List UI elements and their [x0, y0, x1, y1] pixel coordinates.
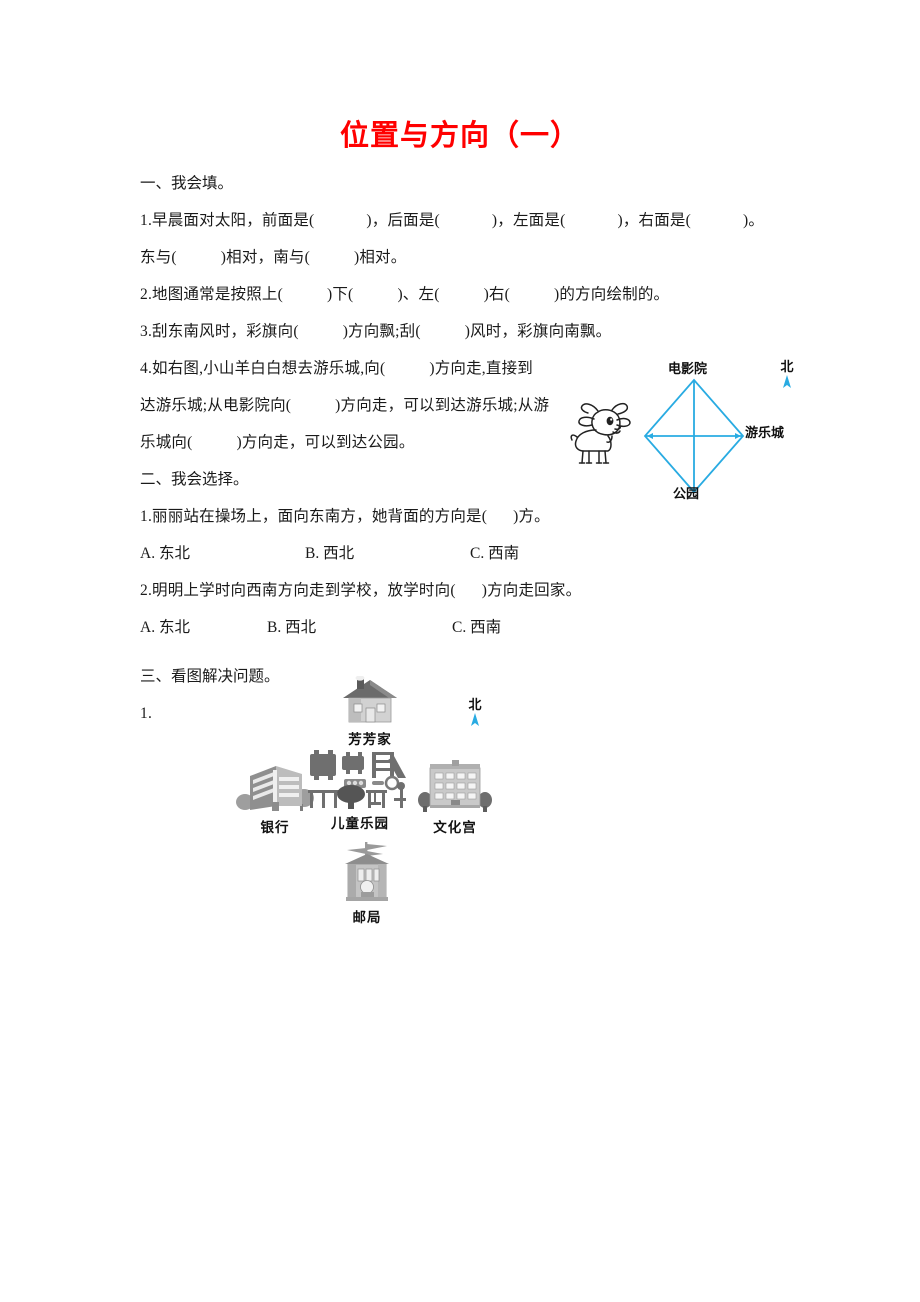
- label-amusement-park: 游乐城: [745, 425, 785, 440]
- option-c[interactable]: C. 西南: [470, 535, 519, 572]
- map-item-playground: 儿童乐园: [305, 748, 415, 832]
- section2-question-1-options: A. 东北 B. 西北 C. 西南: [140, 535, 840, 572]
- north-label: 北: [468, 697, 482, 712]
- map-item-post-office: 邮局: [312, 842, 422, 926]
- map-label-house: 芳芳家: [348, 732, 392, 747]
- bank-building-icon: [236, 766, 314, 811]
- q4-text-e: 乐城向(: [140, 434, 193, 451]
- q4-text-c: 达游乐城;从电影院向(: [140, 397, 292, 414]
- q1-l2-text-b: )相对，南与(: [220, 249, 310, 266]
- section1-question-4-line3: 乐城向( )方向走，可以到达公园。: [140, 424, 580, 461]
- north-label: 北: [780, 359, 794, 374]
- q1-text-e: )。: [742, 212, 765, 229]
- q3-text-a: 3.刮东南风时，彩旗向(: [140, 323, 299, 340]
- section1-question-2: 2.地图通常是按照上( )下( )、左( )右( )的方向绘制的。: [140, 276, 840, 313]
- worksheet-page: 位置与方向（一） 一、我会填。 1.早晨面对太阳，前面是( )，后面是( )，左面是…: [0, 0, 920, 1302]
- north-indicator: 北: [460, 698, 490, 733]
- q2-text-a: 2.地图通常是按照上(: [140, 286, 283, 303]
- map-label-cultural-palace: 文化宫: [433, 820, 477, 835]
- section2-question-2-options: A. 东北 B. 西北 C. 西南: [140, 609, 840, 646]
- s2q2-text-b: )方向走回家。: [481, 582, 582, 599]
- neighborhood-map-figure: 芳芳家 银行 儿童乐园 文化宫 邮局 北: [220, 676, 560, 932]
- q1-l2-text-a: 东与(: [140, 249, 177, 266]
- s2q1-text-a: 1.丽丽站在操场上，面向东南方，她背面的方向是(: [140, 508, 488, 525]
- option-a[interactable]: A. 东北: [140, 535, 305, 572]
- section1-question-4-line2: 达游乐城;从电影院向( )方向走，可以到达游乐城;从游: [140, 387, 580, 424]
- section1-question-4-line1: 4.如右图,小山羊白白想去游乐城,向( )方向走,直接到: [140, 350, 580, 387]
- q4-text-d: )方向走，可以到达游乐城;从游: [335, 397, 550, 414]
- post-office-icon: [345, 842, 389, 901]
- north-arrow-icon: [471, 713, 479, 726]
- q1-text-b: )，后面是(: [366, 212, 440, 229]
- label-cinema: 电影院: [668, 361, 708, 376]
- q2-text-b: )下(: [327, 286, 354, 303]
- cultural-palace-icon: [418, 760, 492, 812]
- map-item-cultural-palace: 文化宫: [400, 758, 510, 836]
- map-label-playground: 儿童乐园: [331, 816, 389, 831]
- section2-question-2: 2.明明上学时向西南方向走到学校，放学时向( )方向走回家。: [140, 572, 840, 609]
- q4-text-f: )方向走，可以到达公园。: [236, 434, 415, 451]
- section-1-heading: 一、我会填。: [140, 175, 234, 192]
- section1-question-3: 3.刮东南风时，彩旗向( )方向飘;刮( )风时，彩旗向南飘。: [140, 313, 840, 350]
- q3-text-c: )风时，彩旗向南飘。: [464, 323, 612, 340]
- playground-icon: [308, 750, 406, 809]
- section1-question-1-line2: 东与( )相对，南与( )相对。: [140, 239, 840, 276]
- diamond-compass-icon: [643, 378, 745, 494]
- map-label-post-office: 邮局: [352, 910, 382, 925]
- q1-text-d: )，右面是(: [617, 212, 691, 229]
- option-a[interactable]: A. 东北: [140, 609, 267, 646]
- q1-text-a: 1.早晨面对太阳，前面是(: [140, 212, 315, 229]
- q1-l2-text-c: )相对。: [354, 249, 407, 266]
- q4-text-b: )方向走,直接到: [429, 360, 533, 377]
- q2-text-e: )的方向绘制的。: [554, 286, 670, 303]
- goat-direction-figure: 电影院 游乐城 公园 北: [560, 352, 820, 512]
- option-c[interactable]: C. 西南: [452, 609, 501, 646]
- goat-icon: [570, 402, 631, 464]
- label-park: 公园: [673, 486, 700, 501]
- q2-text-d: )右(: [483, 286, 510, 303]
- q3-text-b: )方向飘;刮(: [342, 323, 421, 340]
- option-b[interactable]: B. 西北: [305, 535, 470, 572]
- north-indicator: 北: [772, 360, 802, 395]
- q4-text-a: 4.如右图,小山羊白白想去游乐城,向(: [140, 360, 386, 377]
- q2-text-c: )、左(: [397, 286, 440, 303]
- house-icon: [343, 676, 397, 723]
- section1-question-1-line1: 1.早晨面对太阳，前面是( )，后面是( )，左面是( )，右面是( )。: [140, 202, 840, 239]
- s2q1-text-b: )方。: [513, 508, 550, 525]
- north-arrow-icon: [783, 375, 791, 388]
- option-b[interactable]: B. 西北: [267, 609, 452, 646]
- q1-text-c: )，左面是(: [491, 212, 566, 229]
- page-title: 位置与方向（一）: [339, 120, 580, 152]
- s2q2-text-a: 2.明明上学时向西南方向走到学校，放学时向(: [140, 582, 456, 599]
- map-item-house: 芳芳家: [315, 676, 425, 748]
